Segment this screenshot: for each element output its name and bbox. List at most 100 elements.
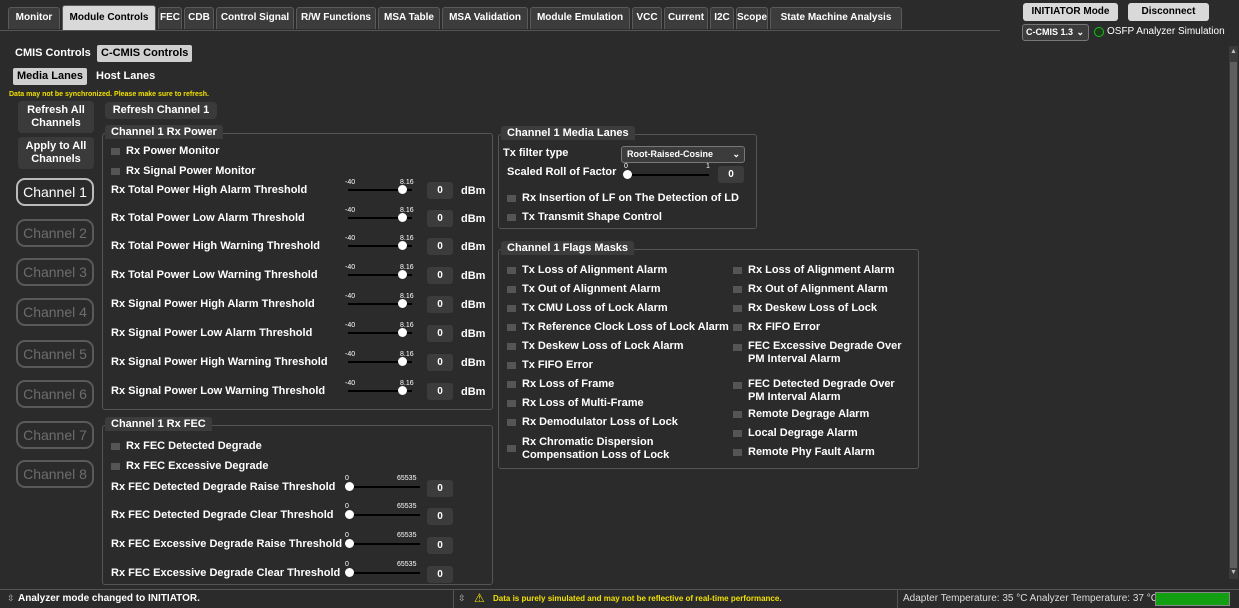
tab-control-signal[interactable]: Control Signal [216, 7, 294, 29]
apply-all-button[interactable]: Apply to All Channels [18, 137, 94, 169]
disconnect-button[interactable]: Disconnect [1128, 3, 1209, 21]
flag-checkbox[interactable]: Tx CMU Loss of Lock Alarm [507, 302, 668, 315]
tab-vcc[interactable]: VCC [632, 7, 662, 29]
flag-checkbox[interactable]: Rx Loss of Frame [507, 378, 614, 391]
tab-cmis-controls[interactable]: CMIS Controls [11, 45, 95, 62]
flag-checkbox[interactable]: Tx Reference Clock Loss of Lock Alarm [507, 321, 729, 334]
flag-checkbox[interactable]: Rx FIFO Error [733, 321, 820, 334]
checkbox-box [111, 442, 120, 450]
tab-module-emulation[interactable]: Module Emulation [530, 7, 630, 29]
channel-button-4[interactable]: Channel 4 [16, 298, 94, 326]
fec-slider-knob[interactable] [345, 482, 354, 491]
flag-checkbox[interactable]: FEC Excessive Degrade Over PM Interval A… [733, 340, 913, 366]
threshold-slider-knob[interactable] [398, 328, 407, 337]
threshold-value[interactable]: 0 [427, 182, 453, 199]
tab-msa-validation[interactable]: MSA Validation [442, 7, 528, 29]
threshold-value[interactable]: 0 [427, 267, 453, 284]
tab-host-lanes[interactable]: Host Lanes [92, 68, 160, 85]
refresh-all-label: Refresh All Channels [27, 104, 85, 129]
tab-msa-table[interactable]: MSA Table [378, 7, 440, 29]
threshold-slider-knob[interactable] [398, 299, 407, 308]
flag-checkbox[interactable]: Local Degrage Alarm [733, 427, 858, 440]
tx-transmit-shape-checkbox[interactable]: Tx Transmit Shape Control [507, 211, 662, 224]
tx-filter-select[interactable]: Root-Raised-Cosine ⌄ [621, 146, 745, 163]
flag-checkbox[interactable]: Tx Deskew Loss of Lock Alarm [507, 340, 684, 353]
refresh-all-button[interactable]: Refresh All Channels [18, 101, 94, 133]
checkbox-box [507, 266, 516, 274]
scrollbar-thumb[interactable] [1230, 62, 1237, 568]
flag-checkbox[interactable]: Rx Out of Alignment Alarm [733, 283, 888, 296]
tab-fec[interactable]: FEC [158, 7, 182, 29]
initiator-mode-button[interactable]: INITIATOR Mode [1023, 3, 1118, 21]
threshold-slider-knob[interactable] [398, 386, 407, 395]
tab-current[interactable]: Current [664, 7, 708, 29]
flag-checkbox[interactable]: Rx Deskew Loss of Lock [733, 302, 877, 315]
threshold-value[interactable]: 0 [427, 238, 453, 255]
tab-module-controls[interactable]: Module Controls [62, 5, 156, 31]
vertical-scrollbar[interactable]: ▲ ▼ [1229, 46, 1238, 579]
fec-slider-track[interactable] [350, 486, 420, 488]
fec-slider-track[interactable] [350, 514, 420, 516]
channel-button-3[interactable]: Channel 3 [16, 258, 94, 286]
threshold-slider-knob[interactable] [398, 185, 407, 194]
fec-slider-track[interactable] [350, 543, 420, 545]
fec-threshold-value[interactable]: 0 [427, 480, 453, 497]
fec-threshold-value[interactable]: 0 [427, 537, 453, 554]
rx-power-monitor-checkbox[interactable]: Rx Power Monitor [111, 145, 220, 158]
rx-fec-excessive-degrade-checkbox[interactable]: Rx FEC Excessive Degrade [111, 460, 268, 473]
flag-checkbox[interactable]: Remote Degrage Alarm [733, 408, 869, 421]
tab-state-machine-analysis[interactable]: State Machine Analysis [770, 7, 902, 29]
tab-c-cmis-controls[interactable]: C-CMIS Controls [97, 45, 193, 62]
scroll-up-icon[interactable]: ▲ [1230, 48, 1237, 55]
threshold-slider-knob[interactable] [398, 213, 407, 222]
threshold-slider-knob[interactable] [398, 357, 407, 366]
threshold-value[interactable]: 0 [427, 354, 453, 371]
flag-checkbox[interactable]: Tx Loss of Alignment Alarm [507, 264, 667, 277]
fec-slider-knob[interactable] [345, 568, 354, 577]
fec-threshold-value[interactable]: 0 [427, 508, 453, 525]
rolloff-value[interactable]: 0 [718, 166, 744, 183]
threshold-value[interactable]: 0 [427, 296, 453, 313]
flag-checkbox[interactable]: Rx Loss of Alignment Alarm [733, 264, 894, 277]
flag-checkbox[interactable]: Tx Out of Alignment Alarm [507, 283, 661, 296]
rolloff-slider-knob[interactable] [623, 170, 632, 179]
channel-button-8[interactable]: Channel 8 [16, 460, 94, 488]
expand-icon[interactable]: ⇳ [7, 593, 15, 604]
checkbox-label: Rx Out of Alignment Alarm [748, 283, 888, 295]
flag-checkbox[interactable]: Remote Phy Fault Alarm [733, 446, 875, 459]
threshold-value[interactable]: 0 [427, 210, 453, 227]
channel-button-1[interactable]: Channel 1 [16, 178, 94, 206]
fec-slider-knob[interactable] [345, 539, 354, 548]
rx-insertion-lf-checkbox[interactable]: Rx Insertion of LF on The Detection of L… [507, 192, 739, 205]
channel-button-5[interactable]: Channel 5 [16, 340, 94, 368]
tab-scope[interactable]: Scope [736, 7, 768, 29]
fec-slider-knob[interactable] [345, 510, 354, 519]
tab-monitor[interactable]: Monitor [8, 7, 60, 29]
flag-checkbox[interactable]: Tx FIFO Error [507, 359, 593, 372]
channel-button-7[interactable]: Channel 7 [16, 421, 94, 449]
fec-slider-track[interactable] [350, 572, 420, 574]
flag-checkbox[interactable]: FEC Detected Degrade Over PM Interval Al… [733, 378, 913, 404]
channel-button-2[interactable]: Channel 2 [16, 219, 94, 247]
threshold-slider-knob[interactable] [398, 241, 407, 250]
threshold-value[interactable]: 0 [427, 383, 453, 400]
flag-checkbox[interactable]: Rx Chromatic Dispersion Compensation Los… [507, 436, 732, 462]
simulation-label: OSFP Analyzer Simulation [1107, 26, 1225, 37]
flag-checkbox[interactable]: Rx Demodulator Loss of Lock [507, 416, 678, 429]
tab-rw-functions[interactable]: R/W Functions [296, 7, 376, 29]
rx-fec-detected-degrade-checkbox[interactable]: Rx FEC Detected Degrade [111, 440, 262, 453]
tab-cdb[interactable]: CDB [184, 7, 214, 29]
rx-signal-power-monitor-checkbox[interactable]: Rx Signal Power Monitor [111, 165, 256, 178]
tab-media-lanes[interactable]: Media Lanes [13, 68, 88, 85]
refresh-channel-button[interactable]: Refresh Channel 1 [105, 102, 217, 119]
rolloff-slider-track[interactable] [627, 174, 709, 176]
cmis-version-select[interactable]: C-CMIS 1.3 ⌄ [1022, 24, 1089, 41]
fec-threshold-value[interactable]: 0 [427, 566, 453, 583]
flag-checkbox[interactable]: Rx Loss of Multi-Frame [507, 397, 644, 410]
threshold-value[interactable]: 0 [427, 325, 453, 342]
scroll-down-icon[interactable]: ▼ [1230, 569, 1237, 576]
tab-i2c[interactable]: I2C [710, 7, 734, 29]
expand-icon[interactable]: ⇳ [458, 593, 466, 604]
channel-button-6[interactable]: Channel 6 [16, 380, 94, 408]
threshold-slider-knob[interactable] [398, 270, 407, 279]
